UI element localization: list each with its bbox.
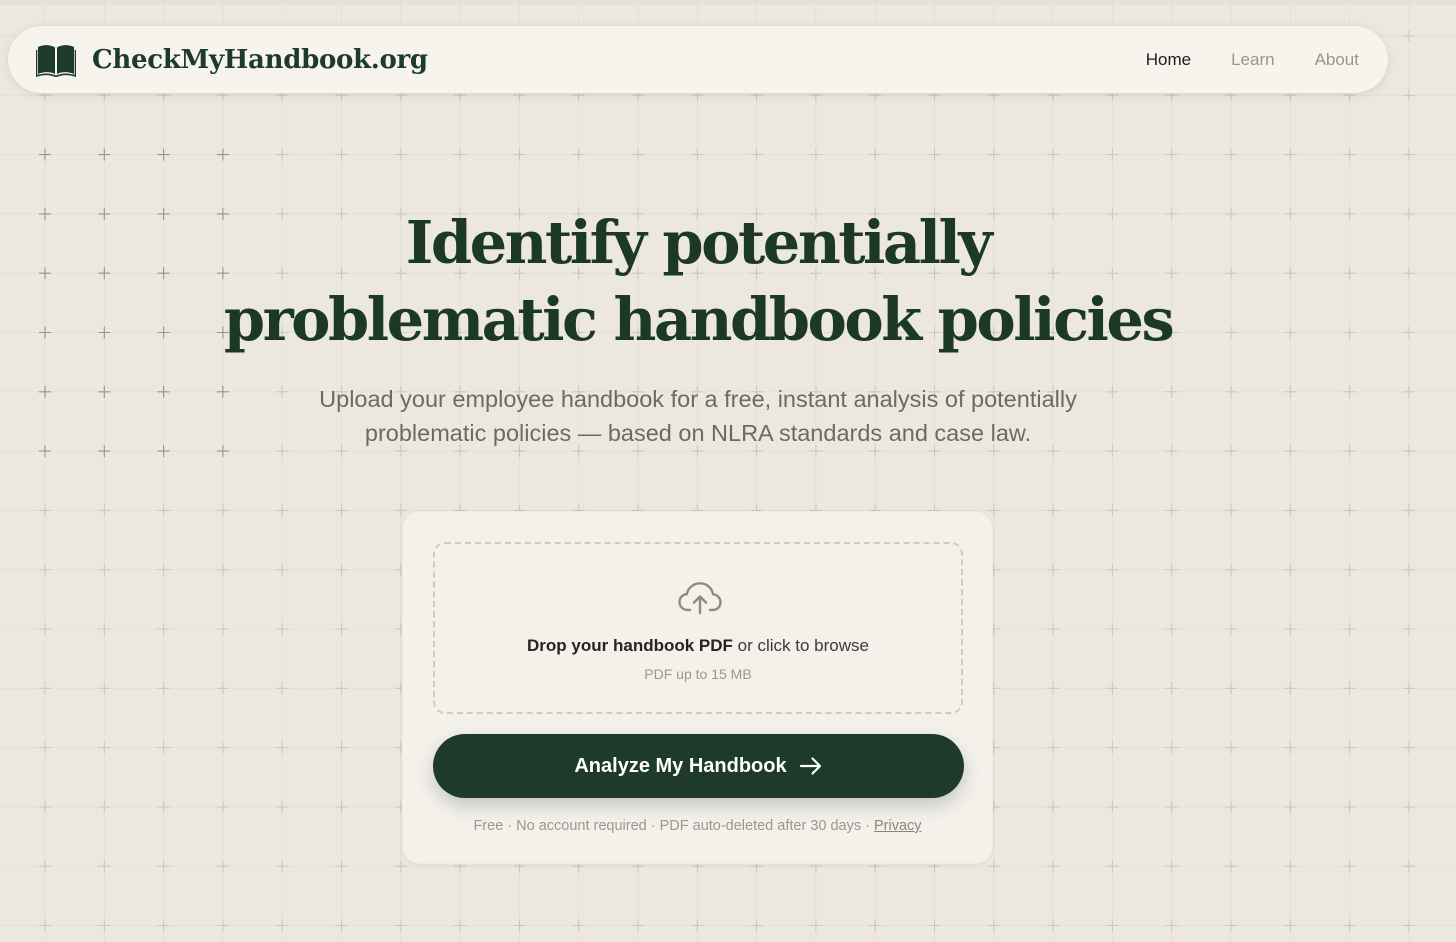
hero-title-line-1: Identify potentially (405, 208, 993, 277)
open-book-icon (36, 45, 76, 77)
hero-subtitle: Upload your employee handbook for a free… (0, 382, 1396, 450)
brand-name: CheckMyHandbook.org (92, 45, 428, 75)
nav-links: Home Learn About (1146, 26, 1388, 93)
brand-logo-link[interactable]: CheckMyHandbook.org (36, 40, 428, 80)
top-nav-bar: CheckMyHandbook.org Home Learn About (8, 26, 1388, 93)
hero-subtitle-line-2: problematic policies — based on NLRA sta… (364, 420, 1032, 446)
dropzone-instruction-rest: or click to browse (732, 636, 869, 655)
analyze-handbook-button[interactable]: Analyze My Handbook (433, 734, 964, 798)
dropzone-instruction: Drop your handbook PDF or click to brows… (435, 636, 961, 656)
nav-about-link[interactable]: About (1315, 50, 1359, 70)
upload-card: Drop your handbook PDF or click to brows… (402, 511, 993, 864)
dropzone-instruction-strong: Drop your handbook PDF (527, 636, 733, 655)
hero-title: Identify potentially problematic handboo… (0, 204, 1396, 358)
cloud-upload-icon (678, 582, 722, 615)
privacy-link[interactable]: Privacy (874, 818, 922, 834)
upload-footnote: Free · No account required · PDF auto-de… (403, 818, 992, 834)
hero-subtitle-line-1: Upload your employee handbook for a free… (319, 386, 1077, 412)
hero-title-line-2: problematic handbook policies (223, 285, 1175, 354)
arrow-right-icon (799, 757, 821, 775)
browser-top-edge (0, 0, 1456, 5)
nav-learn-link[interactable]: Learn (1231, 50, 1274, 70)
pdf-dropzone[interactable]: Drop your handbook PDF or click to brows… (433, 542, 963, 714)
analyze-button-label: Analyze My Handbook (574, 754, 787, 777)
dropzone-size-limit: PDF up to 15 MB (644, 666, 752, 682)
footnote-text: Free · No account required · PDF auto-de… (473, 818, 874, 834)
nav-home-link[interactable]: Home (1146, 50, 1191, 70)
